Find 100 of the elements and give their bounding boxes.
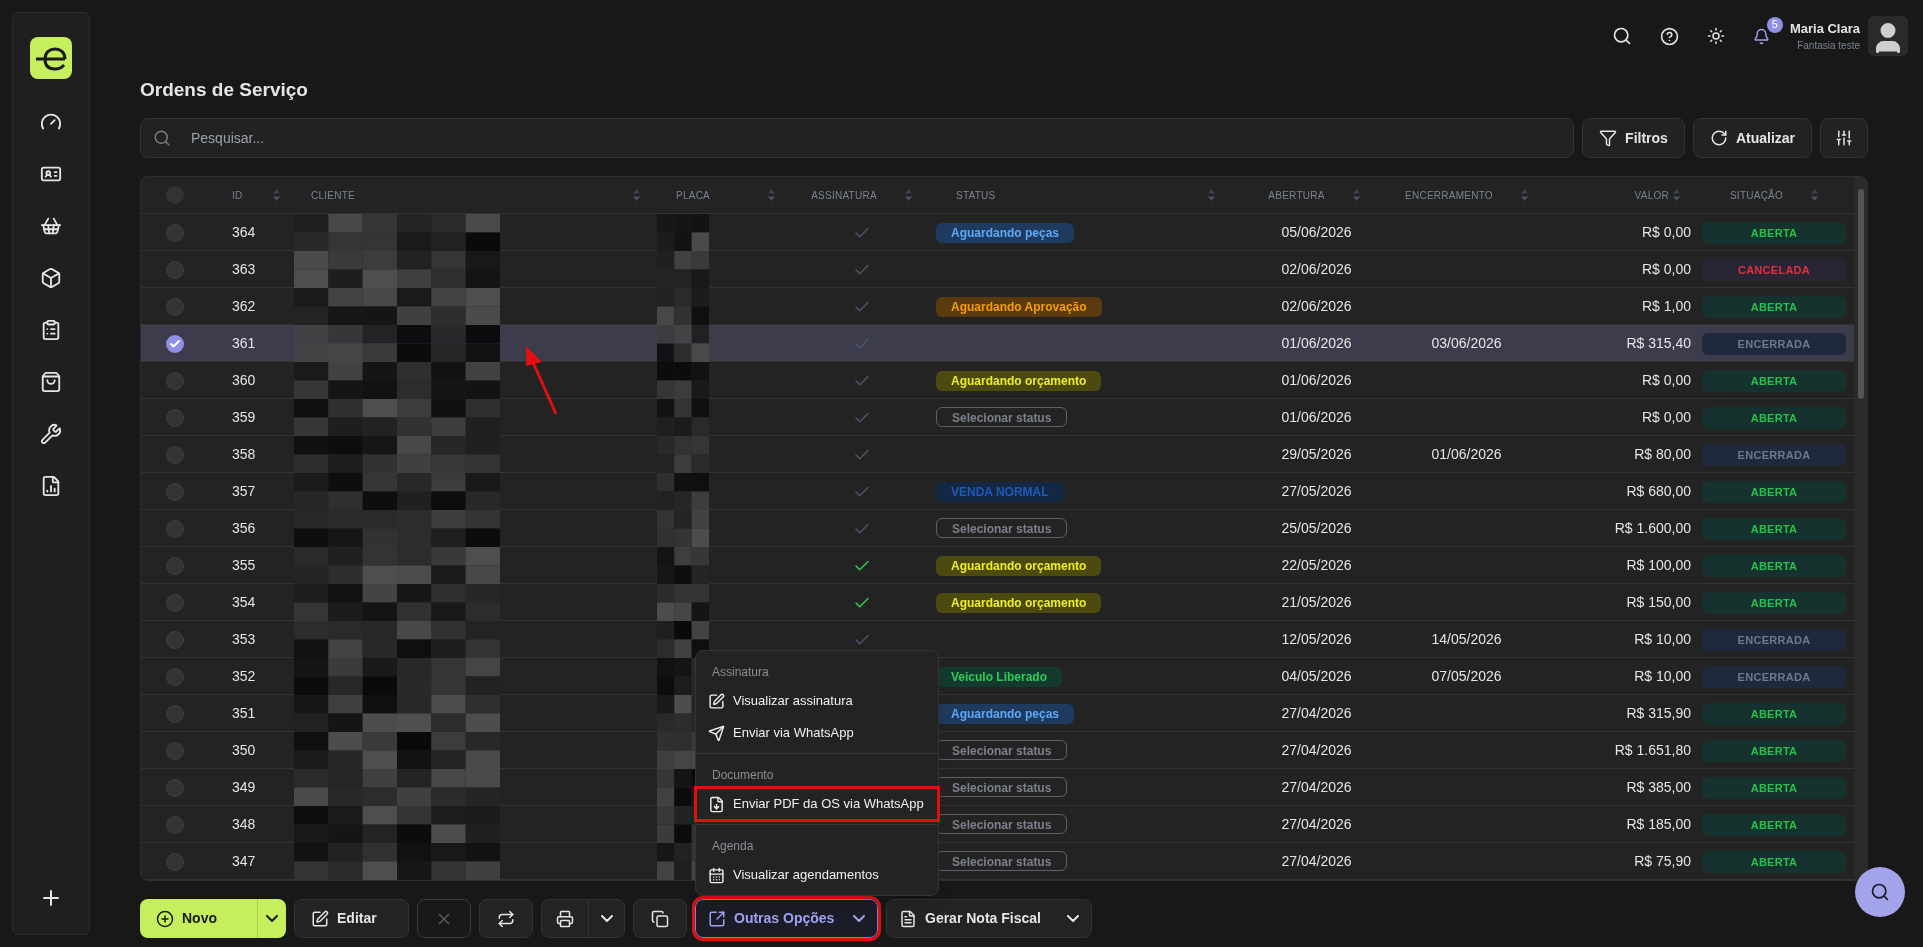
row-checkbox[interactable] xyxy=(166,704,184,723)
table-cell-text: 359 xyxy=(231,408,257,427)
table-cell-text: 27/04/2026 xyxy=(1280,815,1353,834)
situation-tag: ENCERRADA xyxy=(1702,628,1846,651)
search-input[interactable]: Pesquisar... xyxy=(191,127,1562,149)
status-tag[interactable]: Aguardando orçamento xyxy=(936,371,1102,391)
table-cell-text: 27/05/2026 xyxy=(1280,482,1353,501)
sort-icon[interactable] xyxy=(1811,189,1819,201)
refresh-button[interactable]: Atualizar xyxy=(1692,118,1812,158)
situation-tag: ABERTA xyxy=(1702,554,1846,577)
clipboard-icon[interactable] xyxy=(40,319,62,341)
notification-icon[interactable] xyxy=(1752,27,1770,45)
menu-section-title: Assinatura xyxy=(711,664,770,681)
box-icon[interactable] xyxy=(40,267,62,289)
row-checkbox[interactable] xyxy=(166,630,184,649)
wrench-icon[interactable] xyxy=(40,423,62,445)
row-checkbox[interactable] xyxy=(166,371,184,390)
table-cell-text: R$ 10,00 xyxy=(1633,667,1692,686)
user-subtitle: Fantasia teste xyxy=(1797,39,1860,54)
table-cell: 14/05/2026 xyxy=(1431,631,1502,647)
search-icon[interactable] xyxy=(1611,26,1632,46)
row-checkbox[interactable] xyxy=(166,223,184,242)
status-tag[interactable]: Aguardando peças xyxy=(936,223,1075,243)
sort-icon[interactable] xyxy=(904,189,912,201)
document-icon xyxy=(899,909,917,928)
repeat-icon xyxy=(497,909,515,928)
status-tag[interactable]: Aguardando orçamento xyxy=(936,556,1102,576)
column-header: CLIENTE xyxy=(311,188,355,203)
status-tag[interactable]: Aguardando Aprovação xyxy=(936,297,1102,317)
help-icon[interactable] xyxy=(1659,26,1679,46)
sort-icon[interactable] xyxy=(1208,189,1215,201)
sort-icon[interactable] xyxy=(768,189,775,201)
table-cell-text: 349 xyxy=(231,778,257,797)
chevron-down-icon xyxy=(266,915,278,922)
menu-item[interactable]: Enviar via WhatsApp xyxy=(696,717,938,749)
sort-icon[interactable] xyxy=(633,189,640,201)
table-cell-text: 352 xyxy=(231,667,257,686)
calendar-icon xyxy=(708,866,725,884)
table-cell: 01/06/2026 xyxy=(1431,446,1502,462)
status-tag[interactable]: Selecionar status xyxy=(936,407,1068,427)
status-tag[interactable]: Aguardando orçamento xyxy=(936,593,1102,613)
sort-icon[interactable] xyxy=(272,189,280,201)
report-icon[interactable] xyxy=(40,475,62,497)
table-cell-text: 360 xyxy=(231,371,257,390)
table-cell-text: 27/04/2026 xyxy=(1280,741,1353,760)
row-checkbox[interactable] xyxy=(166,667,184,686)
menu-item[interactable]: Visualizar assinatura xyxy=(696,685,938,717)
table-cell-text: 361 xyxy=(231,334,257,353)
row-checkbox[interactable] xyxy=(166,593,184,612)
swap-button[interactable] xyxy=(479,899,533,938)
search-fab[interactable] xyxy=(1855,867,1905,917)
scrollbar[interactable] xyxy=(1854,177,1867,880)
row-checkbox[interactable] xyxy=(166,482,184,501)
menu-section-title: Documento xyxy=(711,767,775,784)
basket-icon[interactable] xyxy=(40,215,62,237)
status-tag[interactable]: Aguardando peças xyxy=(936,704,1075,724)
bag-icon[interactable] xyxy=(40,371,62,393)
column-header: STATUS xyxy=(956,188,996,203)
columns-button[interactable] xyxy=(1820,118,1868,158)
sort-icon[interactable] xyxy=(1673,189,1680,201)
edit-button[interactable]: Editar xyxy=(294,899,409,938)
menu-item[interactable]: Visualizar agendamentos xyxy=(696,859,938,891)
row-checkbox[interactable] xyxy=(166,334,184,353)
invoice-button[interactable]: Gerar Nota Fiscal xyxy=(886,899,1092,938)
sun-icon[interactable] xyxy=(1706,27,1725,45)
situation-tag: ABERTA xyxy=(1702,369,1846,392)
copy-button[interactable] xyxy=(633,899,687,938)
row-checkbox[interactable] xyxy=(166,852,184,871)
table-cell-text: 356 xyxy=(231,519,257,538)
row-checkbox[interactable] xyxy=(166,408,184,427)
row-checkbox[interactable] xyxy=(166,778,184,797)
status-tag[interactable]: Selecionar status xyxy=(936,518,1068,538)
filters-button[interactable]: Filtros xyxy=(1582,118,1685,158)
situation-tag: CANCELADA xyxy=(1702,258,1846,281)
row-checkbox[interactable] xyxy=(166,445,184,464)
menu-item[interactable]: Enviar PDF da OS via WhatsApp xyxy=(696,788,938,820)
new-button[interactable]: Novo xyxy=(140,899,258,938)
row-checkbox[interactable] xyxy=(166,556,184,575)
selected-row[interactable]: 361 01/06/2026 03/06/2026 R$ 315,40 ENCERRADA xyxy=(141,325,1854,362)
sort-icon[interactable] xyxy=(1520,189,1528,201)
search-field[interactable]: Pesquisar... xyxy=(140,118,1575,158)
status-tag[interactable]: Veiculo Liberado xyxy=(936,667,1063,687)
situation-tag: ABERTA xyxy=(1702,480,1846,503)
situation-tag: ABERTA xyxy=(1702,406,1846,429)
sort-icon[interactable] xyxy=(1352,189,1360,201)
check-icon xyxy=(169,337,181,350)
table-cell-text: R$ 385,00 xyxy=(1625,778,1692,797)
column-header: ID xyxy=(232,188,243,203)
table-cell-text: 01/06/2026 xyxy=(1280,371,1353,390)
row-checkbox[interactable] xyxy=(166,260,184,279)
avatar[interactable] xyxy=(1868,16,1908,56)
row-checkbox[interactable] xyxy=(166,519,184,538)
more-options-button[interactable]: Outras Opções xyxy=(695,899,878,938)
situation-tag: ENCERRADA xyxy=(1702,332,1846,355)
row-checkbox[interactable] xyxy=(166,741,184,760)
logo-icon xyxy=(30,37,72,79)
row-checkbox[interactable] xyxy=(166,815,184,834)
row-checkbox[interactable] xyxy=(166,297,184,316)
table-cell-text: 21/05/2026 xyxy=(1280,593,1353,612)
send-icon xyxy=(708,724,725,742)
